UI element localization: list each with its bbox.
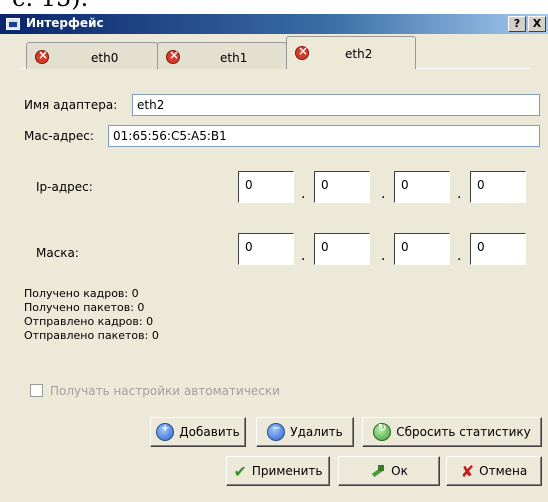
tab-label: eth1	[220, 51, 248, 65]
mask-separator: .	[457, 248, 462, 264]
mac-address-label: Mac-адрес:	[24, 129, 94, 143]
remove-icon: −	[267, 423, 286, 441]
mask-separator: .	[301, 248, 306, 264]
apply-button-label: Применить	[251, 464, 323, 478]
checkmark-icon: ✔	[233, 461, 247, 481]
frames-sent-stat: Отправлено кадров: 0	[24, 315, 154, 328]
add-button-label: Добавить	[179, 425, 240, 439]
ip-address-label: Ip-адрес:	[36, 180, 93, 194]
reset-statistics-button[interactable]: ↻ Сбросить статистику	[362, 417, 542, 447]
mask-octet-4[interactable]: 0	[470, 233, 526, 265]
frames-received-stat: Получено кадров: 0	[24, 287, 139, 300]
ip-separator: .	[301, 186, 306, 202]
packets-received-stat: Получено пакетов: 0	[24, 301, 145, 314]
interface-dialog: Интерфейс ? X eth0 eth1 eth2 Имя адаптер…	[0, 14, 548, 502]
ip-octet-3[interactable]: 0	[394, 171, 450, 203]
ip-separator: .	[457, 186, 462, 202]
cancel-button[interactable]: ✘ Отмена	[446, 456, 542, 486]
title-bar[interactable]: Интерфейс ? X	[0, 14, 548, 34]
adapter-name-label: Имя адаптера:	[24, 98, 118, 112]
window-title: Интерфейс	[26, 16, 104, 30]
cancel-button-label: Отмена	[479, 464, 528, 478]
apply-button[interactable]: ✔ Применить	[226, 456, 330, 486]
reset-icon: ↻	[373, 423, 392, 441]
caption-fragment: c. 15).	[0, 0, 548, 14]
reset-statistics-label: Сбросить статистику	[396, 425, 531, 439]
tab-eth2[interactable]: eth2	[286, 36, 416, 69]
ok-button[interactable]: Ок	[338, 456, 440, 486]
mask-octet-2[interactable]: 0	[314, 233, 370, 265]
network-window-icon	[6, 18, 20, 30]
error-x-icon	[295, 44, 310, 60]
auto-settings-label: Получать настройки автоматически	[50, 384, 280, 398]
remove-button[interactable]: − Удалить	[256, 417, 354, 447]
add-button[interactable]: + Добавить	[150, 417, 246, 447]
auto-settings-checkbox[interactable]	[30, 384, 43, 397]
cancel-x-icon: ✘	[460, 461, 475, 481]
tab-eth1[interactable]: eth1	[157, 42, 287, 69]
error-x-icon	[166, 48, 181, 64]
ok-button-label: Ок	[391, 464, 408, 478]
tab-label: eth2	[345, 47, 373, 61]
mask-separator: .	[381, 248, 386, 264]
ok-hammer-icon	[370, 464, 386, 478]
ip-octet-1[interactable]: 0	[238, 171, 294, 203]
help-button[interactable]: ?	[508, 16, 526, 32]
ip-separator: .	[381, 186, 386, 202]
mask-label: Маска:	[36, 246, 79, 260]
adapter-name-field[interactable]: eth2	[132, 94, 540, 116]
mask-octet-1[interactable]: 0	[238, 233, 294, 265]
close-button[interactable]: X	[528, 16, 546, 32]
tab-eth0[interactable]: eth0	[26, 42, 158, 69]
mac-address-field[interactable]: 01:65:56:C5:A5:B1	[108, 125, 540, 147]
tab-label: eth0	[91, 51, 119, 65]
ip-octet-4[interactable]: 0	[470, 171, 526, 203]
remove-button-label: Удалить	[290, 425, 343, 439]
ip-octet-2[interactable]: 0	[314, 171, 370, 203]
packets-sent-stat: Отправлено пакетов: 0	[24, 329, 159, 342]
add-icon: +	[156, 423, 175, 441]
mask-octet-3[interactable]: 0	[394, 233, 450, 265]
error-x-icon	[35, 48, 50, 64]
